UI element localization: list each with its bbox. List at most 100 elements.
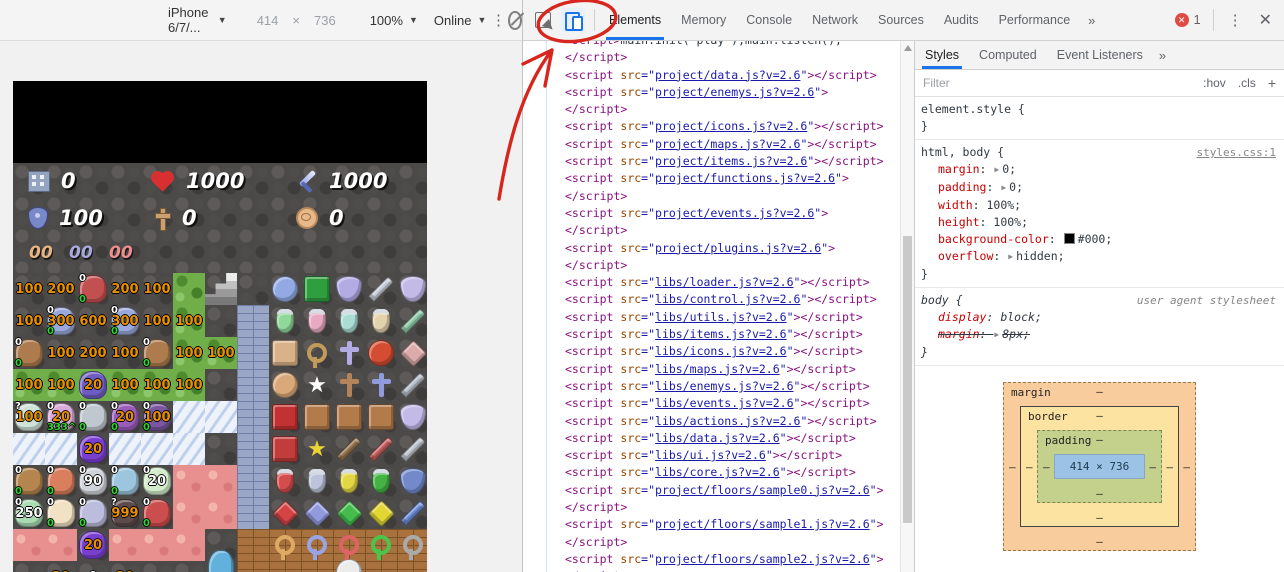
script-src-link[interactable]: libs/control.js?v=2.6 <box>655 292 800 306</box>
script-src-link[interactable]: project/functions.js?v=2.6 <box>655 171 835 185</box>
code-line[interactable]: <script src="project/plugins.js?v=2.6"> <box>523 240 901 257</box>
map-item-shield[interactable] <box>397 401 427 433</box>
map-item-circle[interactable] <box>269 273 301 305</box>
css-rule[interactable]: element.style {} <box>915 97 1284 140</box>
script-src-link[interactable]: project/floors/sample2.js?v=2.6 <box>655 552 870 566</box>
code-line[interactable]: </script> <box>523 101 901 118</box>
map-item-sword[interactable] <box>397 433 427 465</box>
css-property[interactable]: width: 100%; <box>921 197 1276 214</box>
code-line[interactable]: <script src="project/maps.js?v=2.6"></sc… <box>523 136 901 153</box>
code-line[interactable]: </script> <box>523 499 901 516</box>
map-item-flask[interactable] <box>333 465 365 497</box>
scroll-up-icon[interactable] <box>904 45 912 51</box>
expand-icon[interactable]: ▶ <box>993 326 1002 343</box>
map-item-diamond[interactable] <box>301 497 333 529</box>
map-item-key[interactable] <box>333 529 365 561</box>
device-toolbar-toggle-icon[interactable] <box>561 8 585 32</box>
map-item-shield[interactable] <box>333 273 365 305</box>
tab-sources[interactable]: Sources <box>868 0 934 40</box>
color-swatch[interactable] <box>1064 233 1075 244</box>
map-item-square[interactable] <box>333 401 365 433</box>
rotate-device-icon[interactable] <box>508 11 522 30</box>
map-item-sword[interactable] <box>397 497 427 529</box>
toggle-class-button[interactable]: .cls <box>1238 76 1256 90</box>
map-item-diamond[interactable] <box>397 337 427 369</box>
script-src-link[interactable]: libs/data.js?v=2.6 <box>655 431 780 445</box>
map-item-sword[interactable] <box>365 433 397 465</box>
css-property[interactable]: display: block; <box>921 309 1276 326</box>
code-line[interactable]: <script src="project/enemys.js?v=2.6"> <box>523 84 901 101</box>
more-panels-icon[interactable]: » <box>1080 0 1103 40</box>
script-src-link[interactable]: project/plugins.js?v=2.6 <box>655 241 821 255</box>
code-line[interactable]: <script src="libs/utils.js?v=2.6"></scri… <box>523 309 901 326</box>
code-line[interactable]: </script> <box>523 568 901 572</box>
box-model-padding[interactable]: padding – – – – 414 × 736 <box>1037 430 1162 503</box>
code-line[interactable]: <script src="libs/loader.js?v=2.6"></scr… <box>523 274 901 291</box>
script-src-link[interactable]: libs/items.js?v=2.6 <box>655 327 787 341</box>
map-item-key[interactable] <box>301 337 333 369</box>
code-line[interactable]: <script src="project/items.js?v=2.6"></s… <box>523 153 901 170</box>
map-item-circle[interactable] <box>365 337 397 369</box>
code-line[interactable]: <script src="libs/control.js?v=2.6"></sc… <box>523 291 901 308</box>
code-line[interactable]: <script src="project/functions.js?v=2.6"… <box>523 170 901 187</box>
css-property[interactable]: background-color: #000; <box>921 231 1276 248</box>
map-item-square[interactable] <box>269 337 301 369</box>
map-item-flask[interactable] <box>269 305 301 337</box>
script-src-link[interactable]: project/floors/sample1.js?v=2.6 <box>655 517 870 531</box>
code-line[interactable]: <script src="project/events.js?v=2.6"> <box>523 205 901 222</box>
css-property[interactable]: height: 100%; <box>921 214 1276 231</box>
css-property[interactable]: overflow: ▶hidden; <box>921 248 1276 266</box>
box-model-margin[interactable]: margin – – – – border – – – – padding <box>1003 382 1196 551</box>
stylesheet-source-link[interactable]: styles.css:1 <box>1189 144 1276 161</box>
code-line[interactable]: <script src="libs/core.js?v=2.6"></scrip… <box>523 464 901 481</box>
map-item-flask[interactable] <box>333 305 365 337</box>
map-item-diamond[interactable] <box>269 497 301 529</box>
script-src-link[interactable]: libs/events.js?v=2.6 <box>655 396 793 410</box>
map-item-star[interactable] <box>301 433 333 465</box>
tab-elements[interactable]: Elements <box>599 0 671 40</box>
map-item-cross[interactable] <box>333 369 365 401</box>
map-item-key[interactable] <box>397 529 427 561</box>
map-sprite-old[interactable] <box>333 561 365 572</box>
code-line[interactable]: <script src="project/floors/sample2.js?v… <box>523 551 901 568</box>
script-src-link[interactable]: libs/core.js?v=2.6 <box>655 465 780 479</box>
map-item-circle[interactable] <box>269 369 301 401</box>
script-src-link[interactable]: project/data.js?v=2.6 <box>655 68 800 82</box>
code-line[interactable]: </script> <box>523 222 901 239</box>
map-item-diamond[interactable] <box>333 497 365 529</box>
close-devtools-icon[interactable]: ✕ <box>1253 10 1284 30</box>
script-src-link[interactable]: libs/enemys.js?v=2.6 <box>655 379 793 393</box>
map-item-flask[interactable] <box>269 465 301 497</box>
stylesheet-source-link[interactable]: user agent stylesheet <box>1129 292 1276 309</box>
css-property[interactable]: margin: ▶0; <box>921 161 1276 179</box>
new-style-rule-icon[interactable]: + <box>1268 75 1276 91</box>
script-src-link[interactable]: libs/actions.js?v=2.6 <box>655 414 800 428</box>
device-toolbar-more-icon[interactable]: ⋮ <box>491 11 506 29</box>
map-item-square[interactable] <box>269 433 301 465</box>
dom-tree[interactable]: <script>main.init('play');main.listen();… <box>523 41 901 572</box>
script-src-link[interactable]: libs/ui.js?v=2.6 <box>655 448 766 462</box>
code-line[interactable]: <script src="project/floors/sample0.js?v… <box>523 482 901 499</box>
script-src-link[interactable]: libs/loader.js?v=2.6 <box>655 275 793 289</box>
code-line[interactable]: <script>main.init('play');main.listen(); <box>523 41 901 49</box>
code-line[interactable]: <script src="libs/maps.js?v=2.6"></scrip… <box>523 361 901 378</box>
zoom-select[interactable]: 100% ▼ <box>370 13 418 28</box>
tab-memory[interactable]: Memory <box>671 0 736 40</box>
map-item-sword[interactable] <box>397 369 427 401</box>
map-item-square[interactable] <box>365 401 397 433</box>
script-src-link[interactable]: project/items.js?v=2.6 <box>655 154 807 168</box>
code-line[interactable]: <script src="libs/actions.js?v=2.6"></sc… <box>523 413 901 430</box>
game-map[interactable]: 0000000000?0333^0000000000000000000?0010… <box>13 273 427 572</box>
box-model-content[interactable]: 414 × 736 <box>1054 454 1145 479</box>
code-line[interactable]: </script> <box>523 534 901 551</box>
code-line[interactable]: <script src="libs/items.js?v=2.6"></scri… <box>523 326 901 343</box>
console-error-indicator[interactable]: 1 <box>1167 13 1209 27</box>
sidebar-tab-computed[interactable]: Computed <box>969 41 1047 69</box>
map-item-key[interactable] <box>269 529 301 561</box>
inspect-element-icon[interactable] <box>535 12 551 28</box>
map-item-flask[interactable] <box>365 465 397 497</box>
code-line[interactable]: </script> <box>523 257 901 274</box>
code-line[interactable]: <script src="project/floors/sample1.js?v… <box>523 516 901 533</box>
map-item-square[interactable] <box>269 401 301 433</box>
code-line[interactable]: <script src="libs/data.js?v=2.6"></scrip… <box>523 430 901 447</box>
